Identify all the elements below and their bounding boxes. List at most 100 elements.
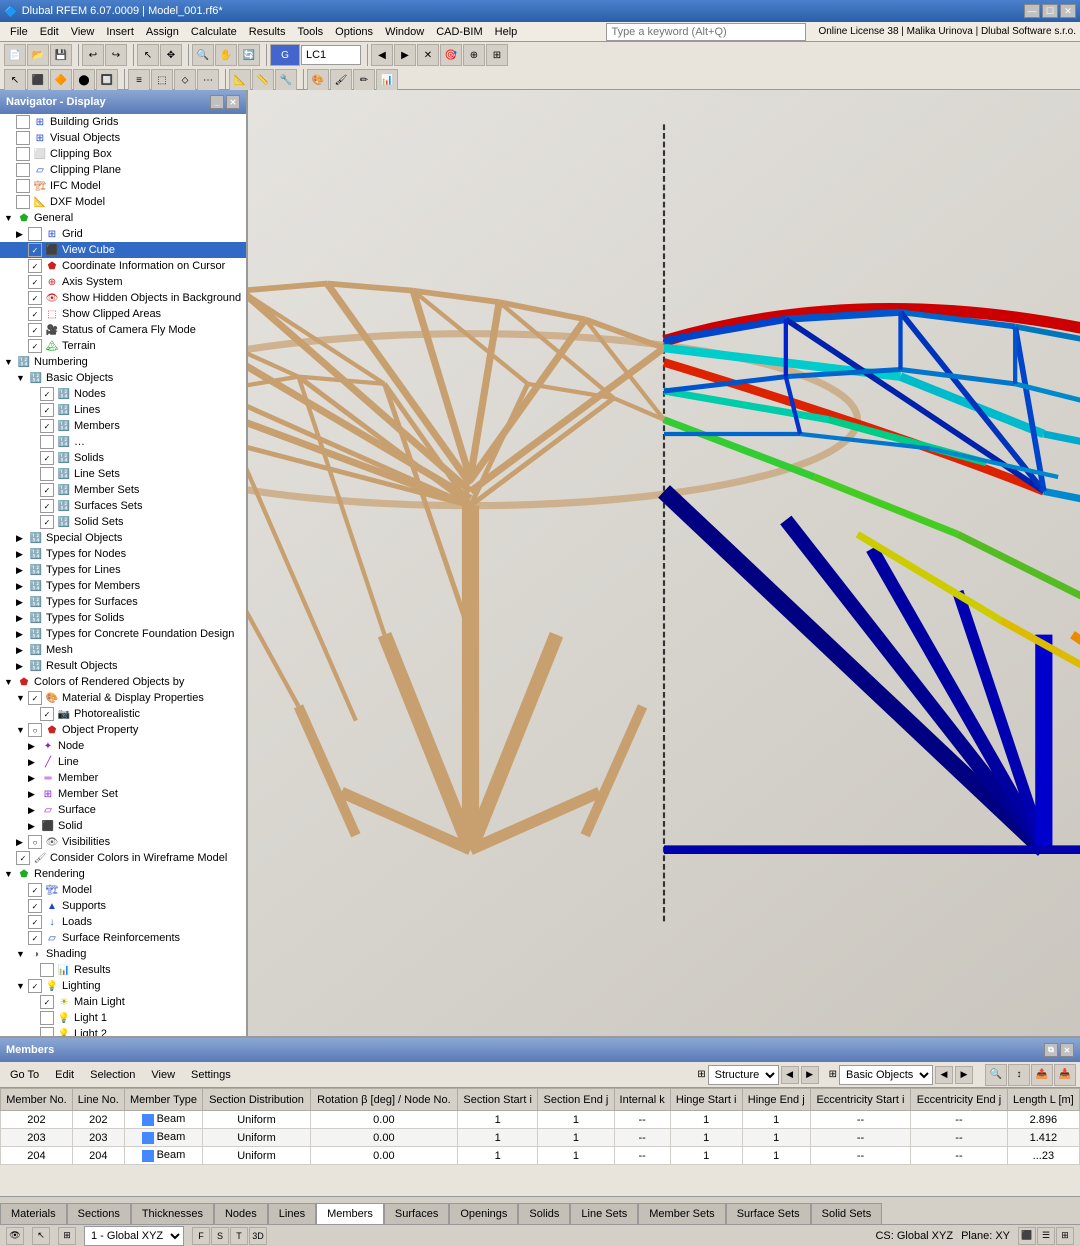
tree-member-set[interactable]: ▶ ⊞ Member Set xyxy=(0,786,246,802)
tree-show-clipped[interactable]: ✓ ⬚ Show Clipped Areas xyxy=(0,306,246,322)
basic-objects-select[interactable]: Basic Objects xyxy=(839,1065,933,1085)
tree-solids-basic[interactable]: ✓ 🔢 Solids xyxy=(0,450,246,466)
close-button[interactable]: ✕ xyxy=(1060,4,1076,18)
check-clipping-plane[interactable] xyxy=(16,163,30,177)
th-member-no[interactable]: Member No. xyxy=(1,1089,73,1111)
view-top[interactable]: T xyxy=(230,1227,248,1245)
tree-surface-reinf[interactable]: ✓ ▱ Surface Reinforcements xyxy=(0,930,246,946)
maximize-button[interactable]: ☐ xyxy=(1042,4,1058,18)
panel-close-button[interactable]: ✕ xyxy=(1060,1043,1074,1057)
panel-float-button[interactable]: ⧉ xyxy=(1044,1043,1058,1057)
tree-view-cube[interactable]: ✓ ⬛ View Cube xyxy=(0,242,246,258)
viewport[interactable]: Clipping Plane mode xyxy=(248,90,1080,1036)
tree-rendering[interactable]: ▼ ⬟ Rendering xyxy=(0,866,246,882)
th-hinge-ej[interactable]: Hinge End j xyxy=(742,1089,810,1111)
th-sec-end[interactable]: Section End j xyxy=(538,1089,614,1111)
new-button[interactable]: 📄 xyxy=(4,44,26,66)
tree-colors-rendered[interactable]: ▼ ⬟ Colors of Rendered Objects by xyxy=(0,674,246,690)
tree-types-solids[interactable]: ▶ 🔢 Types for Solids xyxy=(0,610,246,626)
check-surface-reinf[interactable]: ✓ xyxy=(28,931,42,945)
tree-ifc-model[interactable]: 🏗 IFC Model xyxy=(0,178,246,194)
check-camera-fly[interactable]: ✓ xyxy=(28,323,42,337)
next-btn[interactable]: ▶ xyxy=(801,1066,819,1084)
tree-material-display[interactable]: ▼ ✓ 🎨 Material & Display Properties xyxy=(0,690,246,706)
check-object-property[interactable]: ○ xyxy=(28,723,42,737)
th-hinge-si[interactable]: Hinge Start i xyxy=(670,1089,742,1111)
check-view-cube[interactable]: ✓ xyxy=(28,243,42,257)
tb2-1[interactable]: ↖ xyxy=(4,69,26,91)
tb2-5[interactable]: 🔲 xyxy=(96,69,118,91)
tree-solid-sets[interactable]: ✓ 🔢 Solid Sets xyxy=(0,514,246,530)
status-grid-btn[interactable]: ⊞ xyxy=(58,1227,76,1245)
tree-numbering[interactable]: ▼ 🔢 Numbering xyxy=(0,354,246,370)
tab-solids[interactable]: Solids xyxy=(518,1203,570,1224)
tree-light1[interactable]: 💡 Light 1 xyxy=(0,1010,246,1026)
check-material-display[interactable]: ✓ xyxy=(28,691,42,705)
prev-btn[interactable]: ◀ xyxy=(781,1066,799,1084)
check-model[interactable]: ✓ xyxy=(28,883,42,897)
check-dxf-model[interactable] xyxy=(16,195,30,209)
check-light2[interactable] xyxy=(40,1027,54,1036)
check-show-hidden[interactable]: ✓ xyxy=(28,291,42,305)
check-main-light[interactable]: ✓ xyxy=(40,995,54,1009)
menu-window[interactable]: Window xyxy=(379,24,430,40)
tool-btn-4[interactable]: 🎯 xyxy=(440,44,462,66)
tb2-13[interactable]: 🎨 xyxy=(307,69,329,91)
menu-results[interactable]: Results xyxy=(243,24,292,40)
tb2-15[interactable]: ✏ xyxy=(353,69,375,91)
tree-terrain[interactable]: ✓ 🏔 Terrain xyxy=(0,338,246,354)
tb2-14[interactable]: 🖌 xyxy=(330,69,352,91)
tree-types-concrete[interactable]: ▶ 🔢 Types for Concrete Foundation Design xyxy=(0,626,246,642)
filter-btn[interactable]: 🔍 xyxy=(985,1064,1007,1086)
menu-cadbim[interactable]: CAD-BIM xyxy=(430,24,488,40)
tree-line[interactable]: ▶ ╱ Line xyxy=(0,754,246,770)
select-button[interactable]: ↖ xyxy=(137,44,159,66)
status-tool-3[interactable]: ⊞ xyxy=(1056,1227,1074,1245)
tree-camera-fly[interactable]: ✓ 🎥 Status of Camera Fly Mode xyxy=(0,322,246,338)
view-3d[interactable]: 3D xyxy=(249,1227,267,1245)
check-photorealistic[interactable]: ✓ xyxy=(40,707,54,721)
navigator-content[interactable]: ⊞ Building Grids ⊞ Visual Objects ⬜ Clip… xyxy=(0,114,246,1036)
tree-clipping-plane[interactable]: ▱ Clipping Plane xyxy=(0,162,246,178)
tree-dxf-model[interactable]: 📐 DXF Model xyxy=(0,194,246,210)
tree-visual-objects[interactable]: ⊞ Visual Objects xyxy=(0,130,246,146)
th-internal-k[interactable]: Internal k xyxy=(614,1089,670,1111)
minimize-button[interactable]: — xyxy=(1024,4,1040,18)
check-lines[interactable]: ✓ xyxy=(40,403,54,417)
tree-visibilities[interactable]: ▶ ○ 👁 Visibilities xyxy=(0,834,246,850)
tree-mesh[interactable]: ▶ 🔢 Mesh xyxy=(0,642,246,658)
th-length[interactable]: Length L [m] xyxy=(1007,1089,1079,1111)
check-terrain[interactable]: ✓ xyxy=(28,339,42,353)
th-member-type[interactable]: Member Type xyxy=(124,1089,203,1111)
check-member-sets[interactable]: ✓ xyxy=(40,483,54,497)
tool-btn-5[interactable]: ⊕ xyxy=(463,44,485,66)
menu-tools[interactable]: Tools xyxy=(291,24,329,40)
undo-button[interactable]: ↩ xyxy=(82,44,104,66)
settings-menu[interactable]: Settings xyxy=(185,1067,237,1083)
check-surface-sets[interactable]: ✓ xyxy=(40,499,54,513)
tool-btn-3[interactable]: ✕ xyxy=(417,44,439,66)
tree-solid[interactable]: ▶ ⬛ Solid xyxy=(0,818,246,834)
check-members[interactable]: ✓ xyxy=(40,419,54,433)
table-row[interactable]: 204 204 Beam Uniform 0.00 1 1 -- 1 1 -- … xyxy=(1,1147,1080,1165)
check-grid[interactable] xyxy=(28,227,42,241)
tree-surface-sets[interactable]: ✓ 🔢 Surfaces Sets xyxy=(0,498,246,514)
tree-types-surfaces[interactable]: ▶ 🔢 Types for Surfaces xyxy=(0,594,246,610)
tree-shading[interactable]: ▼ ◑ Shading xyxy=(0,946,246,962)
selection-menu[interactable]: Selection xyxy=(84,1067,141,1083)
tab-openings[interactable]: Openings xyxy=(449,1203,518,1224)
tree-grid[interactable]: ▶ ⊞ Grid xyxy=(0,226,246,242)
tb2-11[interactable]: 📏 xyxy=(252,69,274,91)
move-button[interactable]: ✥ xyxy=(160,44,182,66)
tree-object-property[interactable]: ▼ ○ ⬟ Object Property xyxy=(0,722,246,738)
tree-results-shading[interactable]: 📊 Results xyxy=(0,962,246,978)
check-light1[interactable] xyxy=(40,1011,54,1025)
tool-btn-1[interactable]: ◀ xyxy=(371,44,393,66)
tree-model[interactable]: ✓ 🏗 Model xyxy=(0,882,246,898)
check-supports[interactable]: ✓ xyxy=(28,899,42,913)
export-btn[interactable]: 📤 xyxy=(1031,1064,1053,1086)
tb2-12[interactable]: 🔧 xyxy=(275,69,297,91)
redo-button[interactable]: ↪ xyxy=(105,44,127,66)
view-front[interactable]: F xyxy=(192,1227,210,1245)
check-solids-basic[interactable]: ✓ xyxy=(40,451,54,465)
